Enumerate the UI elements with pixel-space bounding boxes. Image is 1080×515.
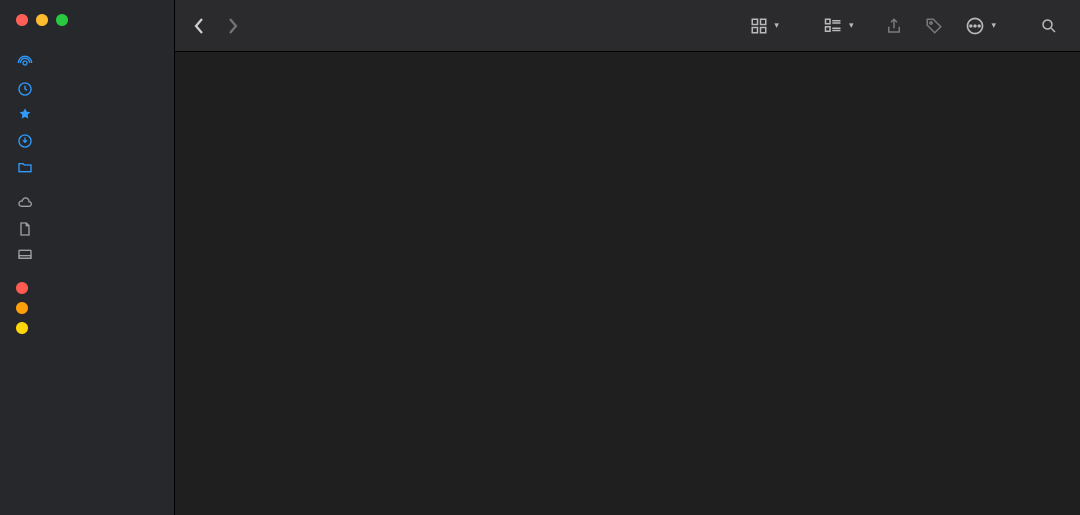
sidebar-item-documents[interactable] — [0, 216, 174, 242]
back-button[interactable] — [193, 17, 205, 35]
sidebar-item-tag-red[interactable] — [0, 278, 174, 298]
view-switch-button[interactable]: ▾ — [746, 13, 783, 39]
finder-window: ▾ ▾ ▾ — [0, 0, 1080, 515]
sidebar-item-tag-yellow[interactable] — [0, 318, 174, 338]
chevron-down-icon: ▾ — [991, 20, 996, 31]
sidebar-item-icloud-drive[interactable] — [0, 190, 174, 216]
forward-button[interactable] — [227, 17, 239, 35]
cloud-icon — [16, 194, 34, 212]
sidebar — [0, 0, 175, 515]
window-controls — [0, 10, 174, 40]
desktop-icon — [16, 246, 34, 264]
chevron-down-icon: ▾ — [774, 20, 779, 31]
toolbar: ▾ ▾ ▾ — [175, 0, 1080, 52]
sidebar-item-applications[interactable] — [0, 102, 174, 128]
downloads-icon — [16, 132, 34, 150]
sidebar-section-tags — [0, 268, 174, 278]
nav-arrows — [193, 17, 239, 35]
main-panel: ▾ ▾ ▾ — [175, 0, 1080, 515]
minimize-button[interactable] — [36, 14, 48, 26]
sidebar-item-airdrop[interactable] — [0, 50, 174, 76]
sidebar-item-downloads[interactable] — [0, 128, 174, 154]
zoom-button[interactable] — [56, 14, 68, 26]
clock-icon — [16, 80, 34, 98]
sidebar-section-icloud — [0, 180, 174, 190]
sidebar-item-recents[interactable] — [0, 76, 174, 102]
applications-icon — [16, 106, 34, 124]
share-button[interactable] — [881, 13, 907, 39]
file-grid[interactable] — [175, 52, 1080, 515]
airdrop-icon — [16, 54, 34, 72]
sidebar-item-tag-orange[interactable] — [0, 298, 174, 318]
group-button[interactable]: ▾ — [819, 13, 858, 39]
tag-red-icon — [16, 282, 28, 294]
sidebar-section-favorites — [0, 40, 174, 50]
folder-icon — [16, 158, 34, 176]
tag-yellow-icon — [16, 322, 28, 334]
sidebar-item-desktop[interactable] — [0, 242, 174, 268]
chevron-down-icon: ▾ — [849, 20, 854, 31]
action-button[interactable]: ▾ — [961, 12, 1000, 40]
tags-button[interactable] — [921, 13, 947, 39]
sidebar-item-creative-cloud[interactable] — [0, 154, 174, 180]
close-button[interactable] — [16, 14, 28, 26]
tag-orange-icon — [16, 302, 28, 314]
search-button[interactable] — [1036, 13, 1062, 39]
document-icon — [16, 220, 34, 238]
